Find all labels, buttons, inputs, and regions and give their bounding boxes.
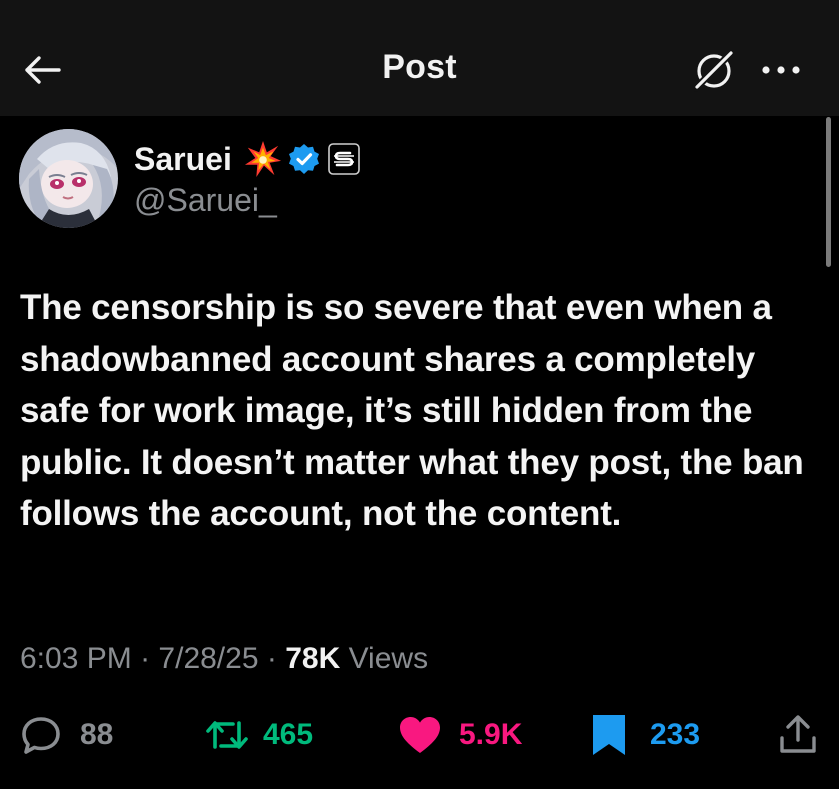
post-date[interactable]: 7/28/25	[158, 642, 258, 675]
grok-icon	[692, 50, 734, 92]
author-avatar[interactable]	[19, 129, 118, 228]
meta-separator: ·	[266, 642, 277, 675]
post-meta: 6:03 PM · 7/28/25 · 78K Views	[20, 642, 428, 676]
like-button[interactable]: 5.9K	[398, 710, 522, 760]
share-button[interactable]	[778, 710, 818, 760]
bookmark-count: 233	[650, 718, 701, 751]
author-name[interactable]: Saruei	[134, 141, 232, 178]
repost-icon	[206, 721, 248, 749]
share-icon	[780, 715, 816, 753]
reply-button[interactable]: 88	[20, 710, 113, 760]
collision-emoji-icon	[244, 140, 281, 178]
reply-bubble-icon	[22, 717, 60, 754]
reply-count: 88	[80, 718, 114, 751]
heart-icon	[400, 717, 440, 753]
repost-count: 465	[263, 718, 314, 751]
post-text: The censorship is so severe that even wh…	[20, 288, 804, 533]
grok-button[interactable]	[690, 46, 738, 94]
meta-separator: ·	[140, 642, 151, 675]
like-count: 5.9K	[459, 718, 523, 751]
repost-button[interactable]: 465	[205, 710, 313, 760]
affiliate-badge-icon[interactable]	[328, 143, 360, 175]
top-header: Post	[0, 0, 839, 116]
bookmark-icon	[593, 715, 625, 755]
verified-badge-icon[interactable]	[288, 143, 320, 175]
views-label: Views	[348, 642, 429, 675]
bookmark-button[interactable]: 233	[592, 710, 700, 760]
author-name-row: Saruei	[134, 138, 360, 180]
scrollbar[interactable]	[826, 117, 831, 267]
action-bar: 88 465 5.9K 233	[0, 700, 839, 770]
avatar-image	[19, 129, 118, 228]
more-dots-icon	[762, 66, 800, 74]
more-options-button[interactable]	[756, 52, 806, 88]
post-time[interactable]: 6:03 PM	[20, 642, 132, 675]
author-handle[interactable]: @Saruei_	[134, 182, 277, 219]
views-count[interactable]: 78K	[285, 642, 340, 675]
